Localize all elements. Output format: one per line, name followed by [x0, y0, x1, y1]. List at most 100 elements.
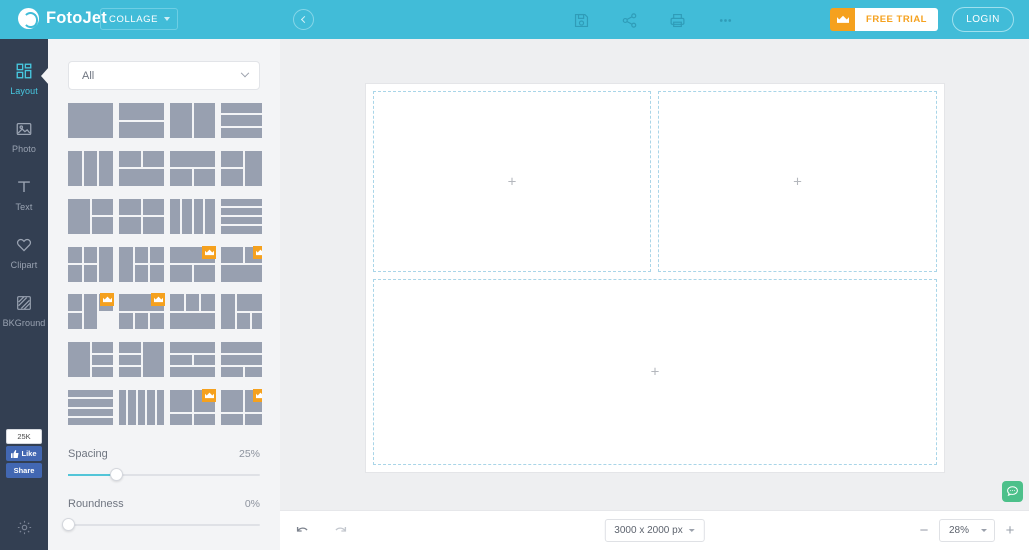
panel-collapse-button[interactable] — [293, 9, 314, 30]
layout-thumbnail[interactable] — [66, 244, 115, 284]
layout-thumbnail[interactable] — [219, 196, 262, 236]
facebook-share-button[interactable]: Share — [6, 463, 42, 478]
mode-select-collage[interactable]: COLLAGE — [100, 8, 178, 30]
layout-preview-cell — [170, 150, 215, 168]
layout-preview-cell — [83, 246, 98, 264]
layout-preview-cell — [128, 390, 136, 426]
layout-preview — [170, 150, 215, 186]
layout-thumbnail[interactable] — [66, 148, 115, 188]
layout-preview-cell — [142, 217, 164, 234]
layout-thumbnail[interactable] — [66, 340, 115, 380]
layout-preview-cell — [193, 354, 215, 365]
layout-thumbnail[interactable] — [66, 388, 115, 428]
zoom-level-select[interactable]: 28% — [939, 519, 995, 542]
undo-arrow-icon[interactable] — [294, 522, 312, 540]
plus-icon: + — [507, 173, 517, 190]
roundness-control: Roundness 0% — [62, 498, 260, 531]
login-button[interactable]: LOGIN — [952, 7, 1014, 32]
chevron-down-icon — [688, 529, 695, 532]
roundness-slider-track[interactable] — [62, 518, 260, 531]
layout-thumbnail[interactable] — [117, 101, 166, 140]
sidebar-item-text[interactable]: Text — [0, 165, 48, 223]
chevron-down-icon — [981, 529, 987, 532]
layout-preview — [68, 390, 113, 426]
layout-preview-cell — [137, 390, 146, 426]
plus-icon: + — [650, 363, 660, 381]
layout-panel: All Spacing 25% Roundness 0% — [48, 39, 280, 550]
share-icon[interactable] — [618, 9, 640, 31]
layout-thumbnail[interactable] — [168, 101, 217, 140]
layout-thumbnail[interactable] — [219, 101, 262, 140]
facebook-like-button[interactable]: Like — [6, 446, 42, 461]
facebook-like-label: Like — [21, 449, 37, 458]
layout-thumbnail[interactable] — [66, 196, 115, 236]
layout-thumbnail[interactable] — [168, 340, 217, 380]
layout-thumbnail[interactable] — [117, 244, 166, 284]
layout-filter-select[interactable]: All — [68, 61, 260, 90]
sidebar-item-clipart[interactable]: Clipart — [0, 223, 48, 281]
roundness-slider-handle[interactable] — [62, 518, 75, 531]
layout-thumbnail[interactable] — [219, 148, 262, 188]
layout-preview-cell — [68, 246, 82, 264]
layout-thumbnail[interactable] — [219, 292, 262, 332]
layout-preview — [68, 198, 113, 234]
sidebar-label-layout: Layout — [10, 86, 38, 96]
heart-icon — [13, 234, 35, 256]
layout-thumbnail[interactable] — [66, 292, 115, 332]
premium-crown-icon — [202, 389, 216, 403]
layout-preview-cell — [150, 312, 164, 330]
more-icon[interactable] — [714, 9, 736, 31]
sidebar-label-text: Text — [15, 202, 33, 212]
canvas-cell-3[interactable]: + — [373, 279, 937, 465]
chat-bubble-icon[interactable] — [1002, 481, 1023, 502]
sidebar-item-photo[interactable]: Photo — [0, 107, 48, 165]
layout-thumbnail[interactable] — [117, 340, 166, 380]
layout-preview — [221, 198, 262, 234]
layout-thumbnail[interactable] — [66, 101, 115, 140]
layout-preview-cell — [252, 312, 262, 330]
layout-thumbnail[interactable] — [117, 388, 166, 428]
zoom-in-button[interactable]: + — [1004, 523, 1016, 538]
canvas-cell-1[interactable]: + — [373, 91, 651, 272]
layout-thumbnail[interactable] — [117, 292, 166, 332]
layout-preview-cell — [221, 226, 262, 234]
layout-thumbnail[interactable] — [117, 196, 166, 236]
layout-thumbnail[interactable] — [168, 196, 217, 236]
layout-thumbnail[interactable] — [168, 388, 217, 428]
layout-preview-cell — [142, 342, 164, 378]
canvas-size-select[interactable]: 3000 x 2000 px — [604, 519, 705, 542]
brand-logo[interactable]: FotoJet — [18, 8, 107, 29]
collage-canvas[interactable]: + + + — [366, 84, 944, 472]
layout-preview-cell — [221, 169, 243, 186]
layout-thumbnail[interactable] — [219, 340, 262, 380]
print-icon[interactable] — [666, 9, 688, 31]
layout-preview-cell — [221, 115, 262, 126]
spacing-slider-handle[interactable] — [110, 468, 123, 481]
layout-preview-cell — [68, 103, 113, 138]
layout-preview-cell — [68, 312, 82, 330]
layout-thumbnail[interactable] — [219, 388, 262, 428]
spacing-slider-track[interactable] — [68, 468, 260, 481]
layout-preview-cell — [99, 246, 113, 282]
sidebar-item-layout[interactable]: Layout — [0, 49, 49, 107]
redo-arrow-icon[interactable] — [331, 522, 349, 540]
layout-thumbnail[interactable] — [117, 148, 166, 188]
layout-preview-cell — [170, 294, 184, 311]
zoom-out-button[interactable]: − — [918, 523, 930, 538]
layout-thumbnail[interactable] — [168, 292, 217, 332]
layout-preview — [221, 342, 262, 378]
layout-preview-cell — [91, 342, 113, 353]
canvas-cell-2[interactable]: + — [658, 91, 937, 272]
layout-preview — [170, 294, 215, 330]
layout-thumbnail[interactable] — [219, 244, 262, 284]
layout-preview-cell — [221, 198, 262, 206]
save-icon[interactable] — [570, 9, 592, 31]
sidebar-item-bkground[interactable]: BKGround — [0, 281, 48, 339]
gear-icon[interactable] — [16, 519, 33, 536]
text-t-icon — [13, 176, 35, 198]
layout-thumbnail[interactable] — [168, 244, 217, 284]
free-trial-button[interactable]: FREE TRIAL — [830, 8, 938, 31]
layout-thumbnail[interactable] — [168, 148, 217, 188]
layout-preview — [119, 342, 164, 378]
layout-preview-cell — [221, 217, 262, 225]
